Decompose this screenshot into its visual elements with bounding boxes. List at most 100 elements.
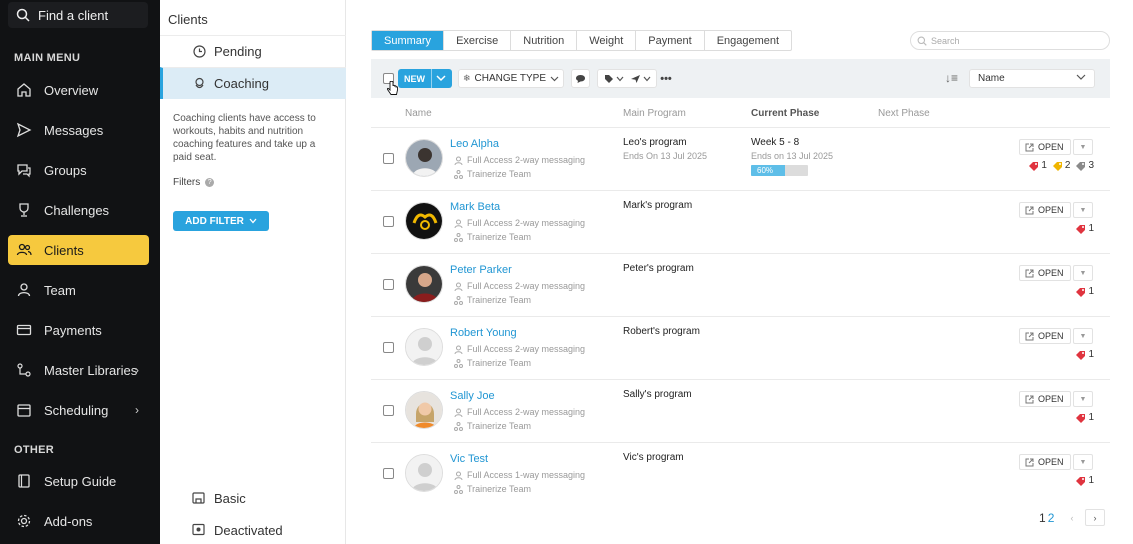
add-filter-label: ADD FILTER: [185, 215, 244, 227]
avatar[interactable]: [405, 391, 443, 429]
nav-item-overview[interactable]: Overview: [8, 75, 149, 105]
column-header-next-phase[interactable]: Next Phase: [878, 108, 930, 119]
row-checkbox[interactable]: [383, 216, 394, 227]
tag-red[interactable]: 1: [1075, 286, 1094, 297]
nav-item-master-libraries[interactable]: Master Libraries ›: [8, 355, 149, 385]
tag-red[interactable]: 1: [1075, 349, 1094, 360]
open-label: OPEN: [1038, 394, 1064, 404]
change-type-button[interactable]: ❄ CHANGE TYPE: [458, 69, 564, 88]
column-header-current-phase[interactable]: Current Phase: [751, 108, 819, 119]
avatar[interactable]: [405, 265, 443, 303]
open-client-button[interactable]: OPEN: [1019, 391, 1071, 407]
subpanel-item-deactivated[interactable]: Deactivated: [160, 515, 346, 544]
person-icon: [454, 282, 463, 291]
table-row[interactable]: Vic Test Full Access 1-way messaging Tra…: [371, 442, 1110, 505]
open-client-button[interactable]: OPEN: [1019, 328, 1071, 344]
row-checkbox[interactable]: [383, 153, 394, 164]
page-2-link[interactable]: 2: [1048, 511, 1055, 525]
more-options-icon[interactable]: •••: [657, 69, 675, 88]
open-dropdown-chevron-icon[interactable]: ▼: [1073, 202, 1093, 218]
nav-item-challenges[interactable]: Challenges: [8, 195, 149, 225]
open-dropdown-chevron-icon[interactable]: ▼: [1073, 328, 1093, 344]
open-dropdown-chevron-icon[interactable]: ▼: [1073, 139, 1093, 155]
table-row[interactable]: Sally Joe Full Access 2-way messaging Tr…: [371, 379, 1110, 442]
chevron-down-icon[interactable]: [616, 76, 624, 82]
new-client-button[interactable]: NEW: [398, 69, 452, 88]
client-name-link[interactable]: Vic Test: [450, 453, 488, 465]
row-checkbox[interactable]: [383, 468, 394, 479]
tag-yellow[interactable]: 2: [1052, 160, 1071, 171]
table-row[interactable]: Mark Beta Full Access 2-way messaging Tr…: [371, 190, 1110, 253]
next-page-icon[interactable]: ›: [1085, 509, 1105, 526]
send-icon: [16, 122, 32, 138]
nav-item-payments[interactable]: Payments: [8, 315, 149, 345]
message-button[interactable]: [571, 69, 590, 88]
search-placeholder: Search: [931, 35, 960, 46]
nav-item-scheduling[interactable]: Scheduling ›: [8, 395, 149, 425]
tag-red[interactable]: 1: [1075, 412, 1094, 423]
client-name-link[interactable]: Peter Parker: [450, 264, 512, 276]
avatar[interactable]: [405, 328, 443, 366]
open-dropdown-chevron-icon[interactable]: ▼: [1073, 265, 1093, 281]
client-search-input[interactable]: Search: [910, 31, 1110, 50]
chevron-down-icon[interactable]: [435, 72, 447, 84]
open-client-button[interactable]: OPEN: [1019, 139, 1071, 155]
send-icon[interactable]: [630, 74, 641, 84]
client-name-link[interactable]: Leo Alpha: [450, 138, 499, 150]
add-filter-button[interactable]: ADD FILTER: [173, 211, 269, 231]
row-checkbox[interactable]: [383, 342, 394, 353]
nav-item-label: Scheduling: [44, 402, 109, 418]
subpanel-title: Clients: [168, 12, 208, 27]
tag-gray[interactable]: 3: [1075, 160, 1094, 171]
client-name-link[interactable]: Sally Joe: [450, 390, 495, 402]
open-client-button[interactable]: OPEN: [1019, 265, 1071, 281]
tag-count: 2: [1064, 160, 1071, 171]
table-row[interactable]: Peter Parker Full Access 2-way messaging…: [371, 253, 1110, 316]
help-icon[interactable]: ?: [205, 178, 215, 187]
column-header-name[interactable]: Name: [405, 108, 432, 119]
tab-engagement[interactable]: Engagement: [705, 31, 791, 50]
tab-nutrition[interactable]: Nutrition: [511, 31, 578, 50]
tab-payment[interactable]: Payment: [636, 31, 705, 50]
deactivated-icon: [192, 523, 206, 537]
tag-icon[interactable]: [604, 74, 614, 84]
tag-counts: 1 2 3: [1028, 160, 1094, 171]
nav-item-team[interactable]: Team: [8, 275, 149, 305]
sort-order-icon[interactable]: ↓≡: [945, 71, 958, 85]
avatar[interactable]: [405, 454, 443, 492]
open-client-button[interactable]: OPEN: [1019, 454, 1071, 470]
nav-item-groups[interactable]: Groups: [8, 155, 149, 185]
subpanel-item-pending[interactable]: Pending: [160, 35, 346, 67]
nav-item-messages[interactable]: Messages: [8, 115, 149, 145]
page-1-link[interactable]: 1: [1039, 511, 1046, 525]
tab-summary[interactable]: Summary: [372, 31, 445, 50]
people-icon: [16, 242, 32, 258]
client-name-link[interactable]: Robert Young: [450, 327, 517, 339]
phase-end-date: Ends on 13 Jul 2025: [751, 151, 834, 161]
avatar[interactable]: [405, 202, 443, 240]
nav-item-add-ons[interactable]: Add-ons: [8, 506, 149, 536]
chevron-down-icon[interactable]: [643, 76, 651, 82]
nav-item-setup-guide[interactable]: Setup Guide: [8, 466, 149, 496]
tag-red[interactable]: 1: [1028, 160, 1047, 171]
tab-exercise[interactable]: Exercise: [444, 31, 512, 50]
subpanel-item-coaching[interactable]: Coaching: [160, 67, 346, 99]
row-checkbox[interactable]: [383, 279, 394, 290]
tag-red[interactable]: 1: [1075, 223, 1094, 234]
find-client-search[interactable]: Find a client: [8, 2, 148, 28]
client-name-link[interactable]: Mark Beta: [450, 201, 500, 213]
avatar[interactable]: [405, 139, 443, 177]
sort-by-select[interactable]: Name: [969, 69, 1095, 88]
subpanel-item-basic[interactable]: Basic: [160, 483, 346, 513]
column-header-main-program[interactable]: Main Program: [623, 108, 686, 119]
table-row[interactable]: Robert Young Full Access 2-way messaging…: [371, 316, 1110, 379]
row-checkbox[interactable]: [383, 405, 394, 416]
nav-item-clients[interactable]: Clients: [8, 235, 149, 265]
open-dropdown-chevron-icon[interactable]: ▼: [1073, 454, 1093, 470]
open-client-button[interactable]: OPEN: [1019, 202, 1071, 218]
table-row[interactable]: Leo Alpha Full Access 2-way messaging Tr…: [371, 127, 1110, 190]
previous-page-icon[interactable]: ‹: [1062, 509, 1082, 526]
tag-red[interactable]: 1: [1075, 475, 1094, 486]
open-dropdown-chevron-icon[interactable]: ▼: [1073, 391, 1093, 407]
tab-weight[interactable]: Weight: [577, 31, 637, 50]
